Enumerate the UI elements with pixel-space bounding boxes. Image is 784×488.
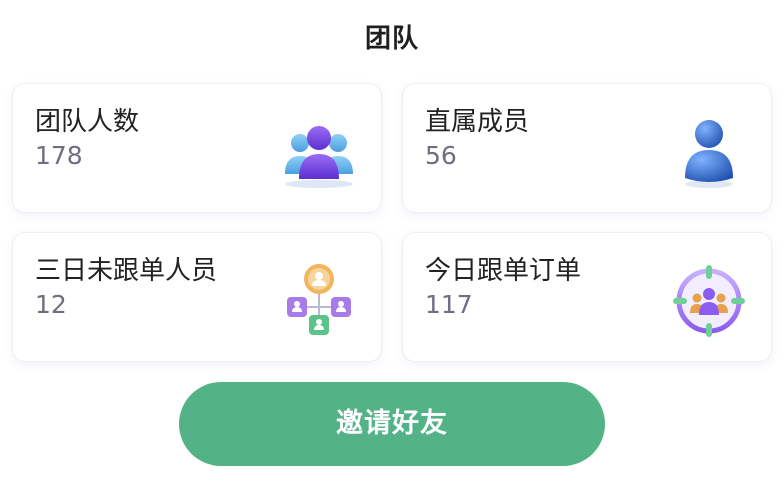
stat-value: 178 <box>35 141 83 170</box>
stat-label: 三日未跟单人员 <box>35 256 218 286</box>
stat-value: 117 <box>425 290 473 319</box>
invite-friends-button[interactable]: 邀请好友 <box>179 382 605 466</box>
stat-card-today-orders[interactable]: 今日跟单订单 117 <box>403 233 771 361</box>
stat-value: 12 <box>35 290 67 319</box>
member-person-icon <box>669 112 749 192</box>
stat-card-no-followup[interactable]: 三日未跟单人员 12 <box>13 233 381 361</box>
page-title: 团队 <box>364 24 419 54</box>
stat-label: 直属成员 <box>425 107 530 137</box>
stat-value: 56 <box>425 141 457 170</box>
stat-card-direct-members[interactable]: 直属成员 56 <box>403 84 771 212</box>
stat-label: 今日跟单订单 <box>425 256 582 286</box>
target-group-icon <box>669 261 749 341</box>
stat-label: 团队人数 <box>35 107 140 137</box>
org-hierarchy-icon <box>279 261 359 341</box>
team-group-icon <box>279 112 359 192</box>
team-page: 团队 团队人数 178 直属成员 56 三日未跟单人员 12 今日跟单订单 11… <box>0 0 784 488</box>
stat-card-team-size[interactable]: 团队人数 178 <box>13 84 381 212</box>
